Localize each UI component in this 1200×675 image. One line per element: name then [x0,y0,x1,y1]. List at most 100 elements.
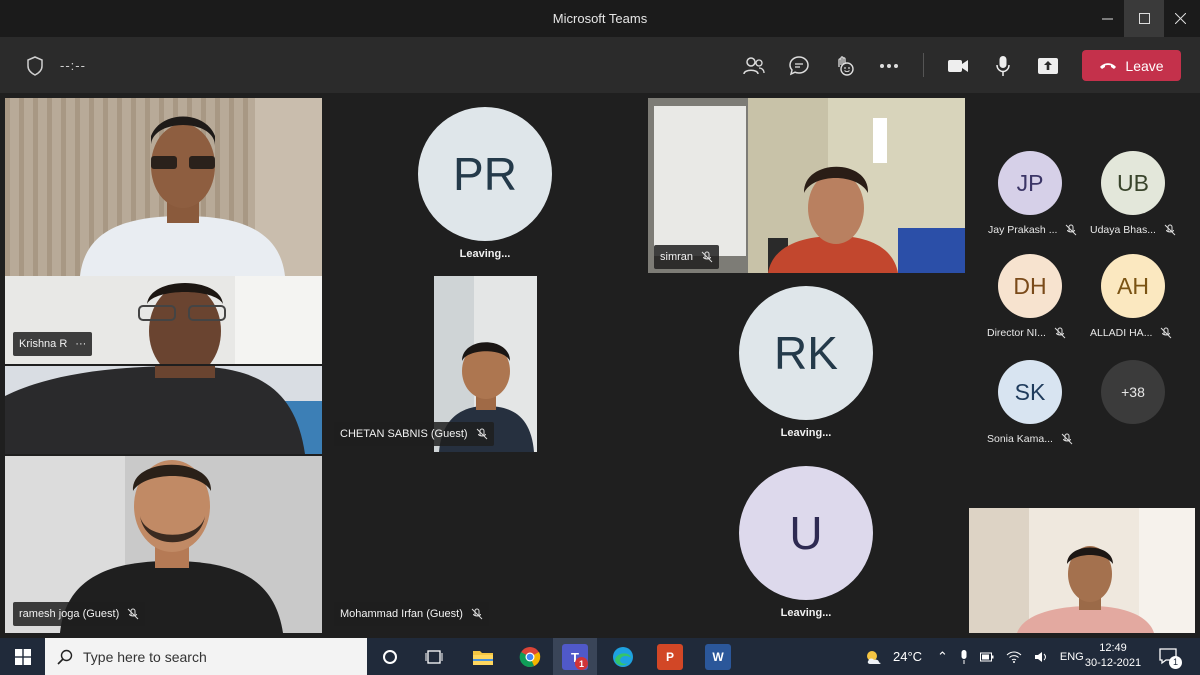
chevron-up-icon[interactable]: ⌃ [937,649,948,665]
wifi-icon[interactable] [1006,651,1022,663]
participant-nametag: Krishna R ··· [13,332,93,356]
leave-label: Leave [1125,57,1164,74]
video-tile-krishna[interactable]: Krishna R ··· [5,276,322,364]
avatar[interactable]: JP [998,151,1062,215]
avatar-tile-pr[interactable]: PR Leaving... [324,98,646,276]
taskbar-search-input[interactable]: Type here to search [45,638,367,675]
video-tile-irfan[interactable]: Mohammad Irfan (Guest) [324,456,646,633]
mic-off-icon [1161,327,1172,339]
participant-label: Udaya Bhas... [1090,224,1176,236]
share-icon[interactable] [1033,51,1063,81]
meeting-timer: --:-- [60,58,86,73]
search-icon [57,649,73,665]
mic-off-icon [127,608,139,620]
participant-gallery: JP Jay Prakash ... UB Udaya Bhas... DH D… [975,133,1197,453]
avatar: PR [418,107,552,241]
leaving-status: Leaving... [780,607,832,619]
video-tile-chetan[interactable]: CHETAN SABNIS (Guest) [324,276,646,454]
participant-video [5,98,322,276]
participant-name: Director NI... [987,327,1046,339]
participant-label: Sonia Kama... [987,433,1073,445]
video-tile-ramesh[interactable]: ramesh joga (Guest) [5,456,322,633]
avatar: RK [739,286,873,420]
avatar[interactable]: AH [1101,254,1165,318]
avatar-tile-u[interactable]: U Leaving... [648,456,965,633]
powerpoint-icon[interactable]: P [657,644,683,670]
windows-taskbar: Type here to search T 1 P W 24°C ⌃ ENG 1… [0,638,1200,675]
avatar-tile-rk[interactable]: RK Leaving... [648,276,965,454]
tray-microphone-icon[interactable] [960,649,968,664]
participant-name: Udaya Bhas... [1090,224,1156,236]
self-view[interactable] [969,508,1195,633]
mic-off-icon [1061,433,1073,445]
system-tray: ⌃ ENG [937,638,1084,675]
close-icon[interactable] [1160,0,1200,37]
video-tile-krishna-body [5,366,322,454]
leave-button[interactable]: Leave [1082,50,1181,81]
toolbar-divider [923,53,924,77]
weather-temperature: 24°C [893,649,923,664]
mic-off-icon [1164,224,1176,236]
shield-icon[interactable] [26,56,44,76]
participant-name: Mohammad Irfan (Guest) [340,608,463,620]
participant-video [5,366,322,454]
more-icon[interactable] [874,51,904,81]
participant-name: Sonia Kama... [987,433,1053,445]
video-tile-presenter[interactable] [5,98,322,276]
meeting-controls-bar: --:-- Leave [0,37,1200,93]
more-options-icon[interactable]: ··· [75,338,86,350]
volume-icon[interactable] [1034,651,1048,663]
title-bar: Microsoft Teams [0,0,1200,37]
phone-icon [1100,62,1117,69]
weather-widget[interactable]: 24°C [864,638,922,675]
windows-start-icon[interactable] [0,638,45,675]
leaving-status: Leaving... [780,427,832,439]
task-view-icon[interactable] [421,644,447,670]
participant-nametag: CHETAN SABNIS (Guest) [334,422,494,446]
cortana-icon[interactable] [377,644,403,670]
maximize-icon[interactable] [1124,0,1164,37]
camera-icon[interactable] [943,51,973,81]
participant-label: ALLADI HA... [1090,327,1172,339]
avatar[interactable]: UB [1101,151,1165,215]
mic-off-icon [476,428,487,440]
avatar[interactable]: SK [998,360,1062,424]
participant-nametag: ramesh joga (Guest) [13,602,146,626]
microphone-icon[interactable] [988,51,1018,81]
notification-center-icon[interactable]: 1 [1158,647,1182,669]
avatar: U [739,466,873,600]
chrome-icon[interactable] [517,644,543,670]
word-icon[interactable]: W [705,644,731,670]
participant-video [969,508,1195,633]
participant-name: CHETAN SABNIS (Guest) [340,428,468,440]
chat-icon[interactable] [784,51,814,81]
teams-window: Microsoft Teams --:-- Leave Krishna R ··… [0,0,1200,675]
mic-off-icon [1054,327,1066,339]
participant-label: Jay Prakash ... [988,224,1077,236]
clock-time: 12:49 [1099,642,1127,654]
participant-name: simran [660,251,694,263]
minimize-icon[interactable] [1087,0,1127,37]
weather-icon [867,650,881,664]
mic-off-icon [1066,224,1077,236]
participant-nametag: simran [654,245,720,269]
window-title: Microsoft Teams [552,11,648,26]
clock[interactable]: 12:49 30-12-2021 [1080,641,1146,671]
participant-name: ramesh joga (Guest) [19,608,120,620]
video-tile-simran[interactable]: simran [648,98,965,273]
edge-icon[interactable] [610,644,636,670]
leaving-status: Leaving... [459,248,511,260]
mic-off-icon [471,608,483,620]
file-explorer-icon[interactable] [470,644,496,670]
video-stage: Krishna R ··· ramesh joga (Guest) PR Lea… [0,93,1200,638]
reactions-icon[interactable] [829,51,859,81]
notification-count-badge: 1 [1169,656,1182,669]
participants-icon[interactable] [739,51,769,81]
battery-icon[interactable] [979,652,994,662]
teams-notification-badge: 1 [575,657,588,670]
clock-date: 30-12-2021 [1084,657,1142,669]
overflow-participants-button[interactable]: +38 [1101,360,1165,424]
search-placeholder: Type here to search [83,648,207,665]
avatar[interactable]: DH [998,254,1062,318]
participant-name: Krishna R [19,338,68,350]
